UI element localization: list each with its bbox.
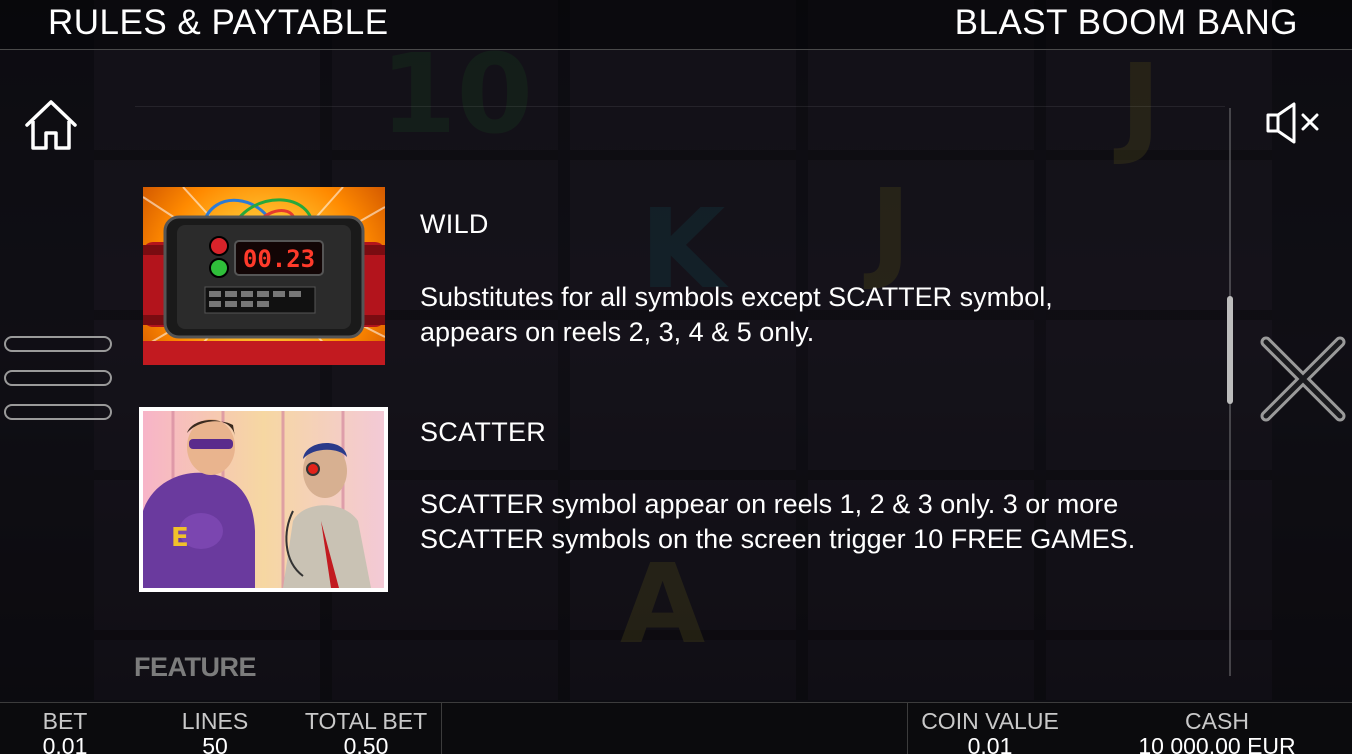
cash-value: 10 000.00 EUR xyxy=(1138,733,1296,754)
scatter-description-line: SCATTER symbol appear on reels 1, 2 & 3 … xyxy=(420,489,1119,519)
close-icon xyxy=(1260,336,1346,422)
lines-display: LINES 50 xyxy=(160,703,270,754)
sound-toggle-button[interactable] xyxy=(1264,100,1334,146)
lines-label: LINES xyxy=(181,708,249,734)
wild-description-line: appears on reels 2, 3, 4 & 5 only. xyxy=(420,317,815,347)
cash-display: CASH 10 000.00 EUR xyxy=(1120,703,1314,754)
game-title: BLAST BOOM BANG xyxy=(954,3,1298,42)
speaker-muted-icon xyxy=(1266,102,1319,144)
home-button[interactable] xyxy=(22,97,80,153)
total-bet-label: TOTAL BET xyxy=(304,708,428,734)
bet-display: BET 0.01 xyxy=(10,703,120,754)
hamburger-menu-icon xyxy=(4,336,112,352)
bomb-icon: 00.23 xyxy=(143,187,385,365)
bomb-timer-text: 00.23 xyxy=(243,245,315,273)
bet-value: 0.01 xyxy=(42,733,88,754)
coin-value-value: 0.01 xyxy=(967,733,1013,754)
wild-title: WILD xyxy=(420,209,489,239)
total-bet-value: 0.50 xyxy=(343,733,389,754)
close-button[interactable] xyxy=(1260,336,1346,422)
footer-bar: BET 0.01 LINES 50 TOTAL BET 0.50 COIN VA… xyxy=(0,702,1352,754)
menu-button[interactable] xyxy=(2,336,114,424)
total-bet-display: TOTAL BET 0.50 xyxy=(294,703,438,754)
scatter-symbol-image: E xyxy=(139,407,388,592)
scatter-title: SCATTER xyxy=(420,417,547,447)
feature-section-title: FEATURE xyxy=(134,652,257,682)
lines-value: 50 xyxy=(202,733,228,754)
coin-value-display: COIN VALUE 0.01 xyxy=(910,703,1070,754)
bet-label: BET xyxy=(42,708,88,734)
page-title: RULES & PAYTABLE xyxy=(48,3,389,42)
scatter-description: SCATTER symbol appear on reels 1, 2 & 3 … xyxy=(420,487,1220,557)
panel-divider xyxy=(135,106,1225,107)
header-bar: RULES & PAYTABLE BLAST BOOM BANG xyxy=(0,0,1352,50)
wild-symbol-image: 00.23 xyxy=(143,187,385,365)
scatter-description-line: SCATTER symbols on the screen trigger 10… xyxy=(420,524,1136,554)
scrollbar-thumb[interactable] xyxy=(1227,296,1233,404)
wild-description-line: Substitutes for all symbols except SCATT… xyxy=(420,282,1053,312)
footer-divider xyxy=(441,703,442,754)
cash-label: CASH xyxy=(1185,708,1249,734)
coin-value-label: COIN VALUE xyxy=(921,708,1059,734)
home-icon xyxy=(25,100,77,150)
superhero-and-villain-icon: E xyxy=(143,411,384,588)
wild-description: Substitutes for all symbols except SCATT… xyxy=(420,280,1220,350)
footer-divider xyxy=(907,703,908,754)
svg-text:E: E xyxy=(171,523,189,553)
